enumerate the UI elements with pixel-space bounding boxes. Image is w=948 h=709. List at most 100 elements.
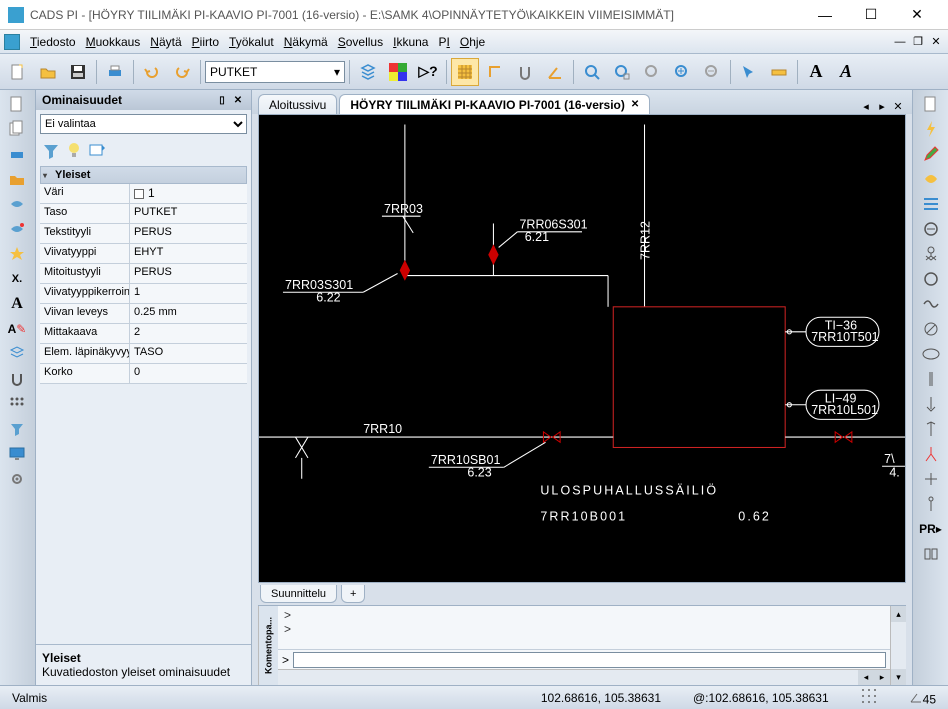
menu-window2[interactable]: Ikkuna (389, 33, 432, 51)
dropdown-icon[interactable] (88, 142, 106, 163)
rtool-oval[interactable] (916, 342, 946, 366)
menu-draw[interactable]: Piirto (188, 33, 223, 51)
status-atcoords: @:102.68616, 105.38631 (687, 691, 835, 705)
rtool-dot-line[interactable] (916, 492, 946, 516)
filter-icon[interactable] (42, 142, 60, 163)
rtool-split[interactable] (916, 442, 946, 466)
mdi-restore[interactable]: ❐ (910, 34, 926, 50)
close-button[interactable]: ✕ (894, 0, 940, 30)
section-general[interactable]: Yleiset (40, 166, 247, 184)
tab-start[interactable]: Aloitussivu (258, 94, 337, 114)
bottom-tab-design[interactable]: Suunnittelu (260, 585, 337, 603)
lightbulb-icon[interactable] (66, 142, 82, 163)
zoom-out-button[interactable] (698, 58, 726, 86)
zoom-window-button[interactable] (608, 58, 636, 86)
zoom-prev-button[interactable] (638, 58, 666, 86)
snap-button[interactable] (511, 58, 539, 86)
save-button[interactable] (64, 58, 92, 86)
menu-tools[interactable]: Työkalut (225, 33, 278, 51)
status-grid-icon[interactable] (855, 688, 883, 707)
help-cursor-button[interactable]: ⁠▷? (414, 58, 442, 86)
instrument-li49: LI−49 7RR10L501 (785, 390, 879, 419)
rtool-circle-minus[interactable] (916, 217, 946, 241)
minimize-button[interactable]: — (802, 0, 848, 30)
zoom-in-button[interactable] (668, 58, 696, 86)
maximize-button[interactable]: ☐ (848, 0, 894, 30)
menu-edit[interactable]: Muokkaus (82, 33, 145, 51)
rtool-cross[interactable] (916, 467, 946, 491)
rtool-wave[interactable] (916, 292, 946, 316)
tab-active[interactable]: HÖYRY TIILIMÄKI PI-KAAVIO PI-7001 (16-ve… (339, 94, 650, 114)
grid-button[interactable] (451, 58, 479, 86)
ortho-button[interactable] (481, 58, 509, 86)
rtool-arrow-v[interactable] (916, 417, 946, 441)
redo-button[interactable] (168, 58, 196, 86)
tool-print[interactable] (2, 142, 32, 166)
new-button[interactable] (4, 58, 32, 86)
undo-button[interactable] (138, 58, 166, 86)
layer-combo[interactable]: PUTKET▾ (205, 61, 345, 83)
tool-folder[interactable] (2, 167, 32, 191)
menu-help[interactable]: Ohje (456, 33, 489, 51)
print-button[interactable] (101, 58, 129, 86)
tool-x[interactable]: X. (2, 267, 32, 291)
svg-text:0.62: 0.62 (738, 509, 771, 523)
rtool-valve-symbol[interactable] (916, 242, 946, 266)
menu-window[interactable]: Näkymä (280, 33, 332, 51)
selection-combo[interactable]: Ei valintaa (40, 114, 247, 134)
tool-shape1[interactable] (2, 192, 32, 216)
command-input[interactable] (293, 652, 886, 668)
tool-gear[interactable] (2, 467, 32, 491)
rtool-lightning[interactable] (916, 117, 946, 141)
menu-file[interactable]: Tiedosto (26, 33, 80, 51)
colors-button[interactable] (384, 58, 412, 86)
zoom-extents-button[interactable] (578, 58, 606, 86)
tool-layers[interactable] (2, 342, 32, 366)
command-hscroll[interactable]: ◂ ▸ (278, 669, 890, 685)
tool-text[interactable]: A (2, 292, 32, 316)
rtool-page[interactable] (916, 92, 946, 116)
tool-shape2[interactable] (2, 217, 32, 241)
mdi-close[interactable]: ✕ (928, 34, 944, 50)
tab-prev[interactable]: ◂ (858, 98, 874, 114)
status-angle[interactable]: 45 (903, 689, 942, 706)
rtool-circle-slash[interactable] (916, 317, 946, 341)
panel-close[interactable]: ✕ (231, 93, 245, 107)
tool-magnet[interactable] (2, 367, 32, 391)
tool-grid2[interactable] (2, 392, 32, 416)
rtool-circle[interactable] (916, 267, 946, 291)
rtool-arrow-down[interactable] (916, 392, 946, 416)
measure-button[interactable] (765, 58, 793, 86)
rtool-pipe[interactable] (916, 367, 946, 391)
tool-text-edit[interactable]: A✎ (2, 317, 32, 341)
tool-pages[interactable] (2, 117, 32, 141)
tool-monitor[interactable] (2, 442, 32, 466)
rtool-edit[interactable] (916, 142, 946, 166)
tool-star[interactable] (2, 242, 32, 266)
select-button[interactable] (735, 58, 763, 86)
rtool-pr[interactable]: PR ▸ (916, 517, 946, 541)
open-button[interactable] (34, 58, 62, 86)
bottom-tab-add[interactable]: + (341, 585, 365, 603)
tool-funnel[interactable] (2, 417, 32, 441)
rtool-list[interactable] (916, 192, 946, 216)
prop-row: Viivatyyppikerroin1 (40, 284, 247, 304)
rtool-star[interactable] (916, 167, 946, 191)
menu-pi[interactable]: PI (434, 33, 453, 51)
tab-close[interactable]: ✕ (890, 98, 906, 114)
command-vscroll[interactable]: ▴ ▾ (890, 606, 906, 685)
drawing-canvas[interactable]: 7RR03 7RR06S301 6.21 7RR12 7RR03S301 6.2… (259, 115, 905, 582)
menu-app[interactable]: Sovellus (334, 33, 387, 51)
menu-view[interactable]: Näytä (146, 33, 185, 51)
mdi-minimize[interactable]: — (892, 34, 908, 50)
text-style-button[interactable]: A (832, 58, 860, 86)
property-grid: Väri1 TasoPUTKET TekstityyliPERUS Viivat… (40, 184, 247, 384)
panel-pin[interactable]: ▯ (215, 93, 229, 107)
tab-close-icon[interactable]: ✕ (631, 99, 639, 110)
text-button[interactable]: A (802, 58, 830, 86)
rtool-last[interactable] (916, 542, 946, 566)
tool-page[interactable] (2, 92, 32, 116)
layers-button[interactable] (354, 58, 382, 86)
tab-next[interactable]: ▸ (874, 98, 890, 114)
angle-button[interactable] (541, 58, 569, 86)
